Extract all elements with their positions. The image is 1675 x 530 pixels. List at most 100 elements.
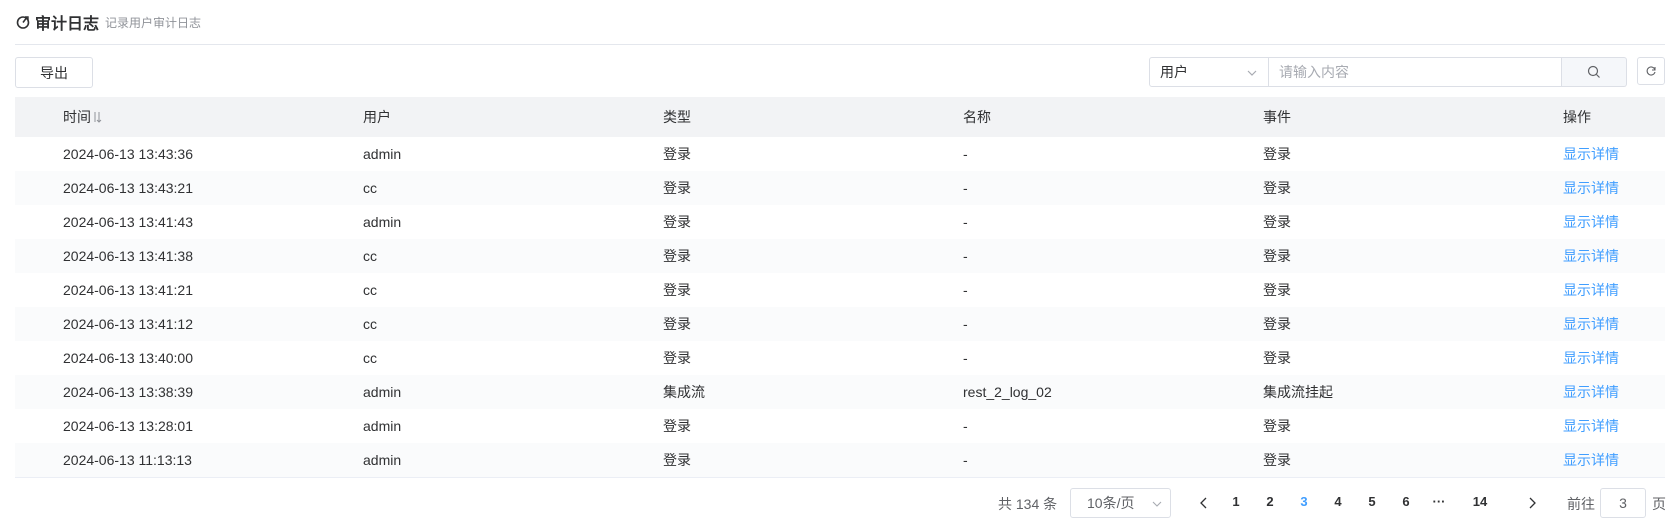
cell-time: 2024-06-13 13:40:00: [63, 350, 193, 366]
page-subtitle: 记录用户审计日志: [105, 15, 202, 30]
page-button[interactable]: 2: [1260, 494, 1280, 509]
table-row: 2024-06-13 13:28:01 admin 登录 - 登录 显示详情: [15, 409, 1665, 443]
cell-name: -: [963, 418, 968, 434]
cell-type: 登录: [663, 282, 691, 298]
audit-log-table: 时间 用户 类型 名称 事件 操作 2024-06-13 13:43:36 adm…: [15, 97, 1665, 478]
refresh-button[interactable]: [1637, 57, 1665, 85]
show-details-link[interactable]: 显示详情: [1515, 450, 1665, 470]
table-row: 2024-06-13 11:13:13 admin 登录 - 登录 显示详情: [15, 443, 1665, 477]
cell-name: -: [963, 452, 968, 468]
cell-type: 登录: [663, 214, 691, 230]
cell-name: -: [963, 180, 968, 196]
cell-type: 登录: [663, 146, 691, 162]
cell-event: 登录: [1263, 146, 1291, 162]
search-field-select[interactable]: 用户: [1149, 57, 1269, 87]
page-button[interactable]: 4: [1328, 494, 1348, 509]
cell-time: 2024-06-13 13:41:38: [63, 248, 193, 264]
page-header: 审计日志 记录用户审计日志: [15, 10, 201, 34]
page-button[interactable]: 14: [1468, 494, 1492, 509]
cell-event: 集成流挂起: [1263, 384, 1333, 400]
cell-time: 2024-06-13 13:41:21: [63, 282, 193, 298]
search-field-select-value: 用户: [1160, 64, 1188, 80]
cell-type: 集成流: [663, 384, 705, 400]
show-details-link[interactable]: 显示详情: [1515, 144, 1665, 164]
cell-name: -: [963, 248, 968, 264]
table-row: 2024-06-13 13:43:36 admin 登录 - 登录 显示详情: [15, 137, 1665, 171]
prev-page-icon[interactable]: [1199, 497, 1209, 509]
cell-type: 登录: [663, 418, 691, 434]
table-row: 2024-06-13 13:41:12 cc 登录 - 登录 显示详情: [15, 307, 1665, 341]
cell-type: 登录: [663, 316, 691, 332]
pagination-total: 共 134 条: [998, 496, 1058, 512]
show-details-link[interactable]: 显示详情: [1515, 416, 1665, 436]
search-icon: [1587, 65, 1600, 78]
table-row: 2024-06-13 13:41:38 cc 登录 - 登录 显示详情: [15, 239, 1665, 273]
page-button[interactable]: 3: [1294, 494, 1314, 509]
cell-time: 2024-06-13 13:38:39: [63, 384, 193, 400]
table-row: 2024-06-13 13:41:43 admin 登录 - 登录 显示详情: [15, 205, 1665, 239]
page-size-select[interactable]: 10条/页: [1070, 488, 1171, 518]
show-details-link[interactable]: 显示详情: [1515, 246, 1665, 266]
cell-event: 登录: [1263, 248, 1291, 264]
table-row: 2024-06-13 13:43:21 cc 登录 - 登录 显示详情: [15, 171, 1665, 205]
column-header-event: 事件: [1263, 109, 1291, 125]
show-details-link[interactable]: 显示详情: [1515, 178, 1665, 198]
search-group: 用户: [1149, 57, 1627, 87]
export-button[interactable]: 导出: [15, 57, 93, 88]
search-input[interactable]: [1269, 57, 1562, 87]
cell-event: 登录: [1263, 418, 1291, 434]
chevron-down-icon: [1152, 501, 1162, 507]
next-page-icon[interactable]: [1527, 497, 1537, 509]
cell-event: 登录: [1263, 214, 1291, 230]
table-bottom-border: [15, 477, 1665, 478]
show-details-link[interactable]: 显示详情: [1515, 382, 1665, 402]
column-header-type: 类型: [663, 109, 691, 125]
show-details-link[interactable]: 显示详情: [1515, 212, 1665, 232]
page-button[interactable]: 5: [1362, 494, 1382, 509]
cell-time: 2024-06-13 13:43:36: [63, 146, 193, 162]
cell-user: admin: [363, 146, 402, 162]
cell-type: 登录: [663, 180, 691, 196]
column-header-name: 名称: [963, 109, 991, 125]
column-header-time[interactable]: 时间: [15, 107, 315, 127]
cell-user: admin: [363, 384, 402, 400]
cell-user: admin: [363, 418, 402, 434]
goto-label: 前往: [1567, 496, 1595, 512]
table-header: 时间 用户 类型 名称 事件 操作: [15, 97, 1665, 137]
table-row: 2024-06-13 13:41:21 cc 登录 - 登录 显示详情: [15, 273, 1665, 307]
cell-name: -: [963, 282, 968, 298]
cell-type: 登录: [663, 248, 691, 264]
show-details-link[interactable]: 显示详情: [1515, 348, 1665, 368]
cell-time: 2024-06-13 13:41:12: [63, 316, 193, 332]
table-body: 2024-06-13 13:43:36 admin 登录 - 登录 显示详情 2024-06…: [15, 137, 1665, 477]
cell-user: admin: [363, 452, 402, 468]
cell-name: -: [963, 316, 968, 332]
cell-event: 登录: [1263, 282, 1291, 298]
cell-time: 2024-06-13 13:43:21: [63, 180, 193, 196]
cell-user: cc: [363, 350, 377, 366]
cell-event: 登录: [1263, 350, 1291, 366]
cell-type: 登录: [663, 452, 691, 468]
cell-time: 2024-06-13 13:41:43: [63, 214, 193, 230]
sort-icon[interactable]: [92, 110, 102, 124]
cell-type: 登录: [663, 350, 691, 366]
cell-name: -: [963, 146, 968, 162]
page-title: 审计日志: [35, 16, 100, 33]
page-size-value: 10条/页: [1087, 495, 1135, 511]
cell-time: 2024-06-13 13:28:01: [63, 418, 193, 434]
page-button[interactable]: 1: [1226, 494, 1246, 509]
goto-page-input[interactable]: [1600, 488, 1646, 518]
cell-event: 登录: [1263, 316, 1291, 332]
cell-time: 2024-06-13 11:13:13: [63, 452, 192, 468]
cell-event: 登录: [1263, 452, 1291, 468]
cell-user: cc: [363, 282, 377, 298]
search-button[interactable]: [1562, 57, 1627, 87]
more-pages-button[interactable]: ···: [1429, 494, 1449, 509]
page-button[interactable]: 6: [1396, 494, 1416, 509]
cell-name: rest_2_log_02: [963, 384, 1052, 400]
cell-user: cc: [363, 248, 377, 264]
chevron-down-icon: [1247, 70, 1257, 76]
show-details-link[interactable]: 显示详情: [1515, 280, 1665, 300]
show-details-link[interactable]: 显示详情: [1515, 314, 1665, 334]
header-divider: [15, 44, 1665, 45]
